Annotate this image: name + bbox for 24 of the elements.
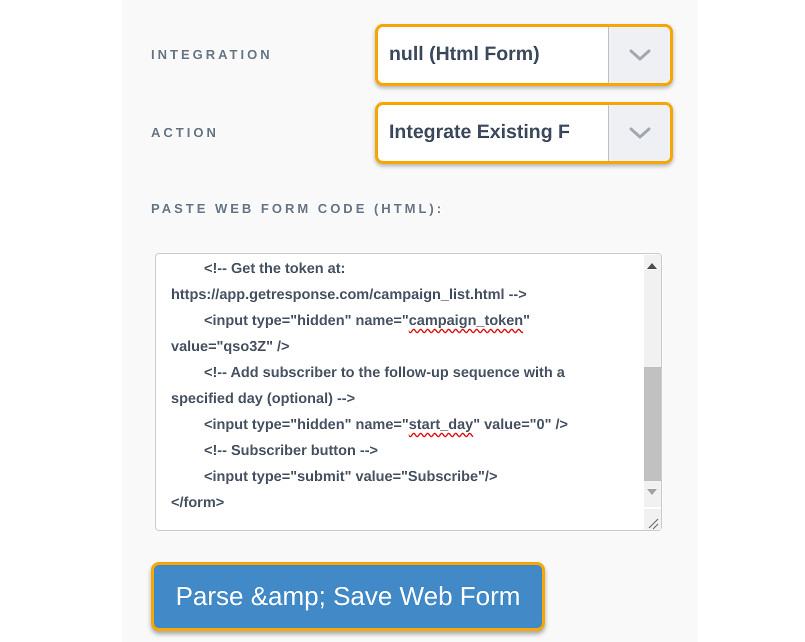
code-line: specified day (optional) --> [171, 390, 356, 409]
code-line: </form> [171, 494, 224, 513]
chevron-down-icon [628, 127, 650, 139]
code-line: <input type="submit" value="Subscribe"/> [203, 468, 498, 487]
code-line: <input type="hidden" name="start_day" value="0" /> [203, 416, 568, 435]
code-textarea[interactable] [155, 253, 662, 531]
scroll-down-arrow-icon[interactable] [647, 489, 657, 495]
select-dropdown[interactable]: null (Html Form) [375, 24, 673, 86]
code-line: <!-- Get the token at: [203, 260, 346, 279]
code-line: value="qso3Z" /> [171, 338, 290, 357]
field-label: ACTION [151, 125, 219, 141]
field-label: INTEGRATION [151, 47, 273, 63]
code-line: <!-- Subscriber button --> [203, 442, 378, 461]
scroll-up-arrow-icon[interactable] [647, 263, 657, 269]
scrollbar-thumb[interactable] [644, 367, 661, 481]
code-line: <!-- Add subscriber to the follow-up sequence with a [203, 364, 565, 383]
scrollbar[interactable] [644, 255, 661, 507]
select-dropdown[interactable]: Integrate Existing F [375, 102, 673, 164]
resize-grip-icon[interactable] [644, 509, 661, 530]
chevron-down-icon [628, 49, 650, 61]
parse-save-button[interactable]: Parse &amp; Save Web Form [151, 562, 545, 631]
code-line: <input type="hidden" name="campaign_token" [203, 312, 530, 331]
field-label: PASTE WEB FORM CODE (HTML): [151, 201, 444, 217]
code-line: https://app.getresponse.com/campaign_list.html --> [171, 286, 527, 305]
